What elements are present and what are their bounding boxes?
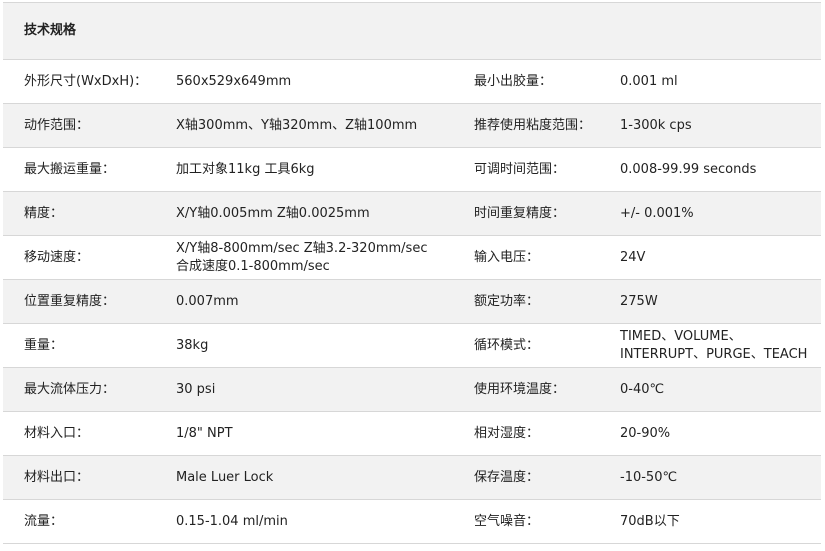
spec-label: 动作范围：: [3, 103, 176, 148]
spec-row: 流量： 0.15-1.04 ml/min 空气噪音： 70dB以下: [3, 499, 822, 544]
spec-value: 30 psi: [176, 367, 474, 412]
spec-row: 动作范围： X轴300mm、Y轴320mm、Z轴100mm 推荐使用粘度范围： 1-3…: [3, 103, 822, 148]
spec-table-title: 技术规格: [3, 2, 822, 60]
spec-value-line: 560x529x649mm: [176, 73, 292, 89]
spec-value: 24V: [620, 235, 822, 280]
spec-value: +/- 0.001%: [620, 191, 822, 236]
spec-value-line: +/- 0.001%: [620, 205, 694, 221]
spec-row: 材料出口： Male Luer Lock 保存温度： -10-50℃: [3, 455, 822, 500]
spec-label: 移动速度：: [3, 235, 176, 280]
spec-row: 位置重复精度： 0.007mm 额定功率： 275W: [3, 279, 822, 324]
spec-label: 空气噪音：: [474, 499, 620, 544]
spec-value: 275W: [620, 279, 822, 324]
spec-value-line: Male Luer Lock: [176, 469, 274, 485]
spec-value: 加工对象11kg 工具6kg: [176, 147, 474, 192]
spec-label: 材料入口：: [3, 411, 176, 456]
spec-label: 最大搬运重量：: [3, 147, 176, 192]
spec-label: 相对湿度：: [474, 411, 620, 456]
spec-value: 1/8" NPT: [176, 411, 474, 456]
spec-label: 最大流体压力：: [3, 367, 176, 412]
spec-value-line: 38kg: [176, 337, 209, 353]
spec-label: 推荐使用粘度范围：: [474, 103, 620, 148]
spec-label: 精度：: [3, 191, 176, 236]
spec-value-line: 275W: [620, 293, 658, 309]
spec-row: 最大搬运重量： 加工对象11kg 工具6kg 可调时间范围： 0.008-99.99 …: [3, 147, 822, 192]
spec-value: 0-40℃: [620, 367, 822, 412]
spec-row: 材料入口： 1/8" NPT 相对湿度： 20-90%: [3, 411, 822, 456]
spec-value: 560x529x649mm: [176, 59, 474, 104]
spec-value: Male Luer Lock: [176, 455, 474, 500]
spec-value-line: 70dB以下: [620, 513, 680, 529]
spec-value-line: 0.008-99.99 seconds: [620, 161, 757, 177]
spec-label: 保存温度：: [474, 455, 620, 500]
spec-value-line: X/Y轴0.005mm Z轴0.0025mm: [176, 205, 370, 221]
spec-value: -10-50℃: [620, 455, 822, 500]
spec-value-line: 合成速度0.1-800mm/sec: [176, 258, 330, 274]
spec-value: 1-300k cps: [620, 103, 822, 148]
spec-label: 额定功率：: [474, 279, 620, 324]
spec-label: 循环模式：: [474, 323, 620, 368]
spec-label: 外形尺寸(WxDxH)：: [3, 59, 176, 104]
spec-value-line: 20-90%: [620, 425, 671, 441]
spec-label: 输入电压：: [474, 235, 620, 280]
spec-table-container: 技术规格 外形尺寸(WxDxH)： 560x529x649mm 最小出胶量： 0.00…: [3, 2, 822, 544]
spec-value-line: INTERRUPT、PURGE、TEACH: [620, 346, 808, 362]
spec-label: 流量：: [3, 499, 176, 544]
spec-row: 精度： X/Y轴0.005mm Z轴0.0025mm 时间重复精度： +/- 0.00…: [3, 191, 822, 236]
spec-value-line: X/Y轴8-800mm/sec Z轴3.2-320mm/sec: [176, 240, 428, 256]
spec-label: 最小出胶量：: [474, 59, 620, 104]
spec-label: 重量：: [3, 323, 176, 368]
spec-value-line: 加工对象11kg 工具6kg: [176, 161, 315, 177]
spec-row: 外形尺寸(WxDxH)： 560x529x649mm 最小出胶量： 0.001 ml: [3, 59, 822, 104]
spec-value-line: 1/8" NPT: [176, 425, 233, 441]
spec-label: 位置重复精度：: [3, 279, 176, 324]
spec-table-header: 技术规格: [3, 2, 822, 60]
spec-value-line: 0.15-1.04 ml/min: [176, 513, 288, 529]
spec-value-line: TIMED、VOLUME、: [620, 328, 742, 344]
spec-table: 技术规格 外形尺寸(WxDxH)： 560x529x649mm 最小出胶量： 0.00…: [3, 2, 822, 544]
spec-label: 材料出口：: [3, 455, 176, 500]
spec-value: 0.007mm: [176, 279, 474, 324]
spec-value: 0.008-99.99 seconds: [620, 147, 822, 192]
spec-value: 0.001 ml: [620, 59, 822, 104]
spec-row: 最大流体压力： 30 psi 使用环境温度： 0-40℃: [3, 367, 822, 412]
spec-value: TIMED、VOLUME、 INTERRUPT、PURGE、TEACH: [620, 323, 822, 368]
spec-label: 使用环境温度：: [474, 367, 620, 412]
spec-label: 时间重复精度：: [474, 191, 620, 236]
spec-row: 重量： 38kg 循环模式： TIMED、VOLUME、 INTERRUPT、PURGE…: [3, 323, 822, 368]
spec-value: 20-90%: [620, 411, 822, 456]
spec-value-line: 0.001 ml: [620, 73, 678, 89]
spec-label: 可调时间范围：: [474, 147, 620, 192]
spec-value: X/Y轴8-800mm/sec Z轴3.2-320mm/sec 合成速度0.1-8…: [176, 235, 474, 280]
spec-value-line: 24V: [620, 249, 646, 265]
spec-value-line: 1-300k cps: [620, 117, 692, 133]
spec-value: 70dB以下: [620, 499, 822, 544]
spec-value-line: 0.007mm: [176, 293, 239, 309]
spec-value: 0.15-1.04 ml/min: [176, 499, 474, 544]
spec-value: X/Y轴0.005mm Z轴0.0025mm: [176, 191, 474, 236]
spec-row: 移动速度： X/Y轴8-800mm/sec Z轴3.2-320mm/sec 合成速度…: [3, 235, 822, 280]
spec-value-line: X轴300mm、Y轴320mm、Z轴100mm: [176, 117, 418, 133]
spec-value: X轴300mm、Y轴320mm、Z轴100mm: [176, 103, 474, 148]
spec-value-line: -10-50℃: [620, 469, 678, 485]
spec-value-line: 0-40℃: [620, 381, 665, 397]
spec-value-line: 30 psi: [176, 381, 216, 397]
spec-value: 38kg: [176, 323, 474, 368]
